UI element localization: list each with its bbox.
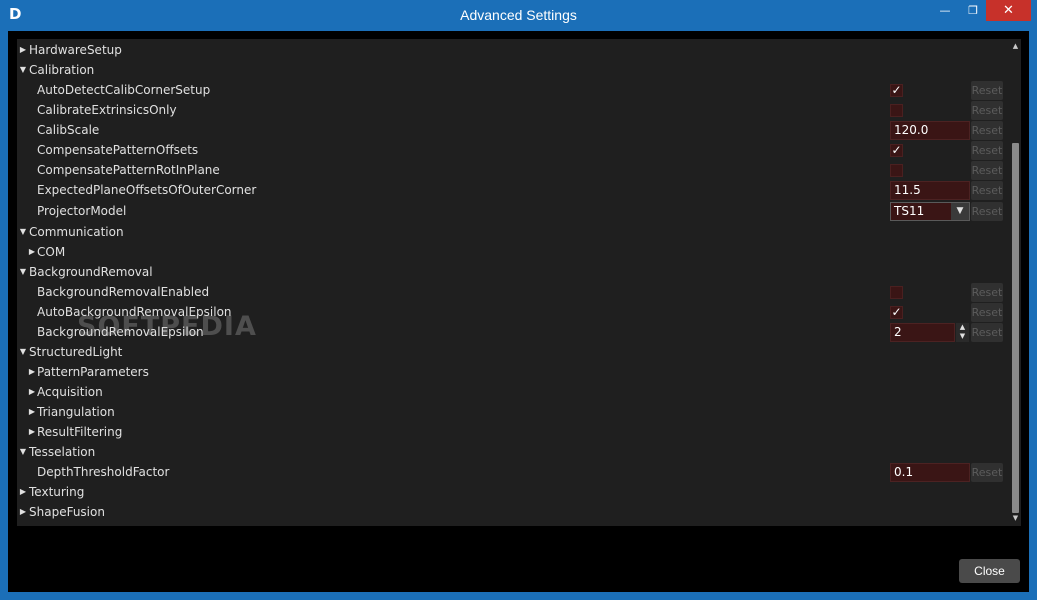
- tree-node-texturing[interactable]: ▶ Texturing: [17, 482, 1007, 502]
- tree-node-label: Calibration: [29, 63, 95, 77]
- tree-node-hardware-setup[interactable]: ▶ HardwareSetup: [17, 40, 1007, 60]
- calibrate-extrinsics-checkbox[interactable]: [890, 104, 903, 117]
- projector-model-value: TS11: [894, 204, 925, 218]
- maximize-button[interactable]: ❐: [959, 0, 987, 21]
- setting-label: CalibrateExtrinsicsOnly: [37, 103, 177, 117]
- reset-button[interactable]: Reset: [971, 121, 1003, 140]
- chevron-down-icon[interactable]: ▼: [951, 203, 969, 220]
- expanded-arrow-icon[interactable]: ▼: [18, 222, 28, 242]
- tree-node-calibration[interactable]: ▼ Calibration: [17, 60, 1007, 80]
- setting-label: CompensatePatternOffsets: [37, 143, 199, 157]
- expanded-arrow-icon[interactable]: ▼: [18, 342, 28, 362]
- setting-compensate-pattern-offsets: CompensatePatternOffsets ✓ Reset: [17, 140, 1007, 160]
- setting-projector-model: ProjectorModel TS11 ▼ Reset: [17, 201, 1007, 221]
- setting-auto-detect-calib-corner: AutoDetectCalibCornerSetup ✓ Reset: [17, 80, 1007, 100]
- collapsed-arrow-icon[interactable]: ▶: [27, 362, 37, 382]
- collapsed-arrow-icon[interactable]: ▶: [27, 422, 37, 442]
- depth-threshold-input[interactable]: 0.1: [890, 463, 970, 482]
- tree-node-tesselation[interactable]: ▼ Tesselation: [17, 442, 1007, 462]
- tree-node-label: StructuredLight: [29, 345, 123, 359]
- spin-down-icon[interactable]: ▼: [956, 332, 969, 341]
- tree-node-label: HardwareSetup: [29, 43, 122, 57]
- setting-expected-plane-offsets: ExpectedPlaneOffsetsOfOuterCorner 11.5 R…: [17, 180, 1007, 200]
- tree-node-label: COM: [37, 245, 66, 259]
- setting-label: ExpectedPlaneOffsetsOfOuterCorner: [37, 183, 257, 197]
- title-bar: D Advanced Settings — ❐ ✕: [0, 0, 1037, 31]
- bg-epsilon-input[interactable]: 2: [890, 323, 955, 342]
- scroll-up-icon[interactable]: ▲: [1010, 41, 1021, 52]
- expected-plane-input[interactable]: 11.5: [890, 181, 970, 200]
- auto-detect-checkbox[interactable]: ✓: [890, 84, 903, 97]
- expanded-arrow-icon[interactable]: ▼: [18, 442, 28, 462]
- close-window-button[interactable]: ✕: [986, 0, 1031, 21]
- scrollbar-thumb[interactable]: [1012, 143, 1019, 513]
- bg-epsilon-stepper[interactable]: ▲ ▼: [956, 323, 969, 342]
- scroll-down-icon[interactable]: ▼: [1010, 513, 1021, 524]
- tree-node-shape-fusion[interactable]: ▶ ShapeFusion: [17, 502, 1007, 522]
- tree-node-label: ShapeFusion: [29, 505, 105, 519]
- tree-node-acquisition[interactable]: ▶ Acquisition: [17, 382, 1007, 402]
- collapsed-arrow-icon[interactable]: ▶: [27, 382, 37, 402]
- setting-label: BackgroundRemovalEnabled: [37, 285, 210, 299]
- collapsed-arrow-icon[interactable]: ▶: [27, 402, 37, 422]
- setting-label: ProjectorModel: [37, 204, 127, 218]
- setting-label: CalibScale: [37, 123, 100, 137]
- settings-tree: ▶ HardwareSetup ▼ Calibration AutoDetect…: [17, 39, 1021, 526]
- tree-node-triangulation[interactable]: ▶ Triangulation: [17, 402, 1007, 422]
- tree-node-label: ResultFiltering: [37, 425, 123, 439]
- collapsed-arrow-icon[interactable]: ▶: [18, 40, 28, 60]
- tree-node-label: Triangulation: [37, 405, 115, 419]
- setting-calibrate-extrinsics-only: CalibrateExtrinsicsOnly Reset: [17, 100, 1007, 120]
- bg-enabled-checkbox[interactable]: [890, 286, 903, 299]
- reset-button[interactable]: Reset: [971, 283, 1003, 302]
- tree-node-label: Communication: [29, 225, 124, 239]
- tree-node-label: Acquisition: [37, 385, 103, 399]
- collapsed-arrow-icon[interactable]: ▶: [18, 502, 28, 522]
- setting-compensate-pattern-rot: CompensatePatternRotInPlane Reset: [17, 160, 1007, 180]
- reset-button[interactable]: Reset: [971, 101, 1003, 120]
- tree-node-label: Tesselation: [29, 445, 96, 459]
- reset-button[interactable]: Reset: [971, 161, 1003, 180]
- setting-label: AutoDetectCalibCornerSetup: [37, 83, 211, 97]
- spin-up-icon[interactable]: ▲: [956, 323, 969, 332]
- close-button[interactable]: Close: [959, 559, 1020, 583]
- reset-button[interactable]: Reset: [971, 463, 1003, 482]
- setting-background-removal-enabled: BackgroundRemovalEnabled Reset: [17, 282, 1007, 302]
- tree-node-communication[interactable]: ▼ Communication: [17, 222, 1007, 242]
- tree-node-pattern-parameters[interactable]: ▶ PatternParameters: [17, 362, 1007, 382]
- collapsed-arrow-icon[interactable]: ▶: [27, 242, 37, 262]
- setting-label: DepthThresholdFactor: [37, 465, 170, 479]
- compensate-rot-checkbox[interactable]: [890, 164, 903, 177]
- tree-node-result-filtering[interactable]: ▶ ResultFiltering: [17, 422, 1007, 442]
- setting-label: CompensatePatternRotInPlane: [37, 163, 220, 177]
- reset-button[interactable]: Reset: [971, 323, 1003, 342]
- expanded-arrow-icon[interactable]: ▼: [18, 60, 28, 80]
- expanded-arrow-icon[interactable]: ▼: [18, 262, 28, 282]
- collapsed-arrow-icon[interactable]: ▶: [18, 482, 28, 502]
- watermark: SOFTPEDIA: [77, 311, 257, 342]
- compensate-offsets-checkbox[interactable]: ✓: [890, 144, 903, 157]
- reset-button[interactable]: Reset: [971, 202, 1003, 221]
- reset-button[interactable]: Reset: [971, 303, 1003, 322]
- reset-button[interactable]: Reset: [971, 81, 1003, 100]
- tree-node-com[interactable]: ▶ COM: [17, 242, 1007, 262]
- calib-scale-input[interactable]: 120.0: [890, 121, 970, 140]
- minimize-button[interactable]: —: [931, 0, 959, 21]
- reset-button[interactable]: Reset: [971, 181, 1003, 200]
- tree-node-label: PatternParameters: [37, 365, 149, 379]
- projector-model-select[interactable]: TS11 ▼: [890, 202, 970, 221]
- setting-calib-scale: CalibScale 120.0 Reset: [17, 120, 1007, 140]
- vertical-scrollbar[interactable]: ▲ ▼: [1010, 39, 1021, 526]
- auto-bg-epsilon-checkbox[interactable]: ✓: [890, 306, 903, 319]
- tree-node-label: BackgroundRemoval: [29, 265, 153, 279]
- tree-node-background-removal[interactable]: ▼ BackgroundRemoval: [17, 262, 1007, 282]
- dialog-client: ▶ HardwareSetup ▼ Calibration AutoDetect…: [8, 31, 1029, 592]
- tree-node-structured-light[interactable]: ▼ StructuredLight: [17, 342, 1007, 362]
- setting-depth-threshold-factor: DepthThresholdFactor 0.1 Reset: [17, 462, 1007, 482]
- tree-node-label: Texturing: [29, 485, 85, 499]
- reset-button[interactable]: Reset: [971, 141, 1003, 160]
- window-title: Advanced Settings: [460, 7, 577, 23]
